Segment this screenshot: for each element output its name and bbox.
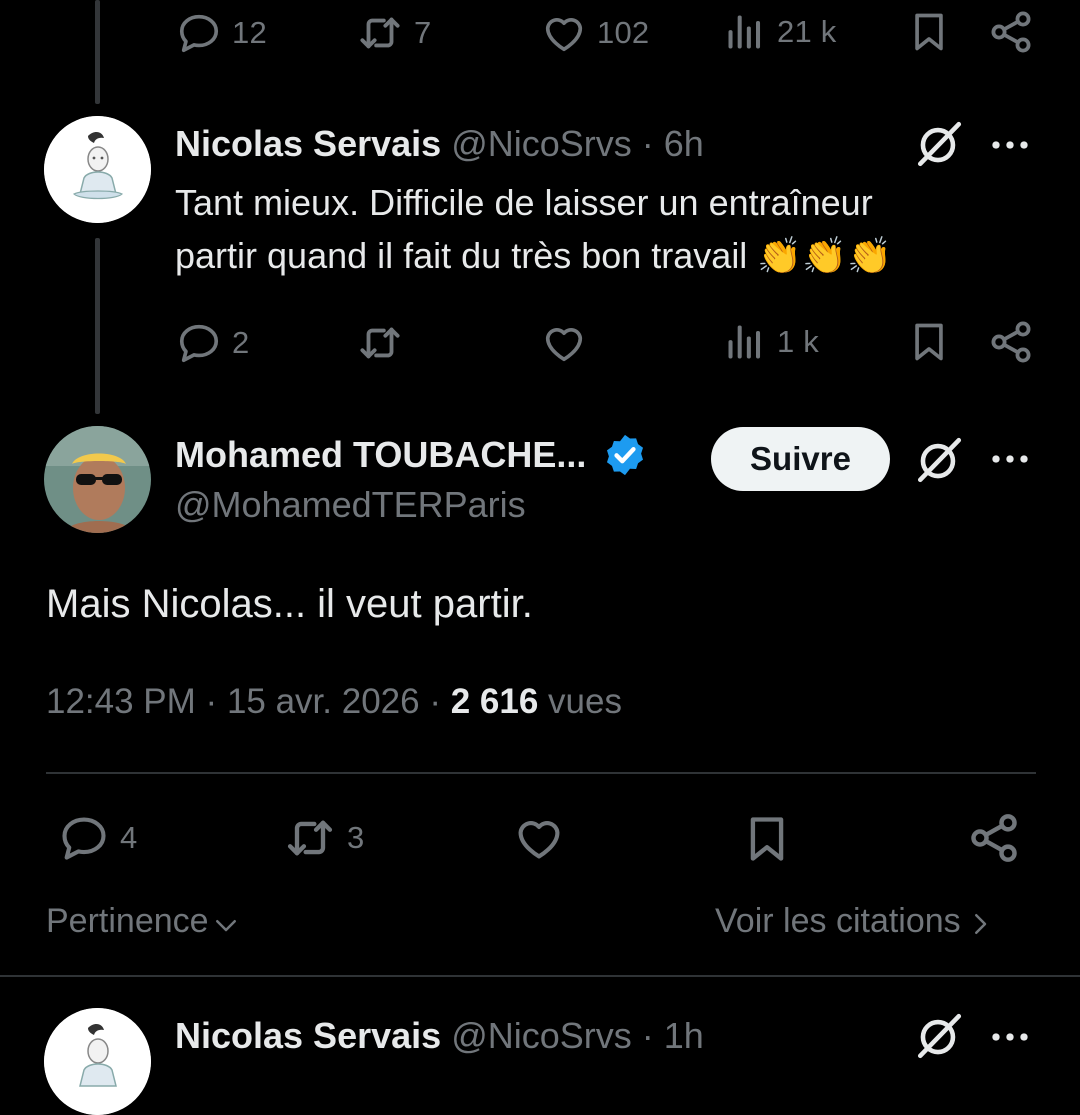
bookmark-button[interactable]	[741, 812, 793, 866]
author-handle[interactable]: @NicoSrvs	[451, 1015, 632, 1056]
bookmark-icon	[907, 320, 951, 364]
thread-connector	[95, 238, 100, 414]
share-button[interactable]	[987, 318, 1035, 366]
repost-count: 7	[414, 15, 432, 50]
reply-button[interactable]: 4	[58, 812, 137, 864]
follow-button[interactable]: Suivre	[711, 427, 890, 491]
timestamp[interactable]: 6h	[664, 123, 704, 164]
chevron-right-icon	[974, 913, 986, 934]
separator: ·	[641, 1015, 654, 1056]
reply-count: 12	[232, 15, 267, 50]
share-icon	[987, 318, 1035, 366]
view-quotes-link[interactable]: Voir les citations	[715, 902, 995, 941]
more-button[interactable]	[989, 1016, 1031, 1058]
tweet-time[interactable]: 12:43 PM	[46, 682, 196, 721]
grok-button[interactable]	[914, 119, 964, 169]
main-author-row: Mohamed TOUBACHE...	[175, 432, 648, 478]
grok-button[interactable]	[914, 1011, 964, 1061]
reply2-header: Nicolas Servais @NicoSrvs · 1h	[175, 1015, 704, 1057]
reply1-text: Tant mieux. Difficile de laisser un entr…	[175, 176, 1035, 282]
grok-icon	[914, 1011, 964, 1061]
views-label: vues	[548, 682, 622, 721]
views-icon	[723, 10, 767, 54]
views-count: 21 k	[777, 14, 837, 49]
reply1-header: Nicolas Servais @NicoSrvs · 6h	[175, 123, 704, 165]
tweet-date[interactable]: 15 avr. 2026	[227, 682, 420, 721]
timestamp[interactable]: 1h	[664, 1015, 704, 1056]
avatar-illustration	[44, 116, 151, 223]
avatar[interactable]	[44, 426, 151, 533]
bookmark-icon	[741, 812, 793, 866]
share-icon	[966, 810, 1022, 866]
sort-dropdown[interactable]: Pertinence	[46, 902, 241, 941]
repost-icon	[356, 320, 404, 366]
verified-badge-icon	[607, 434, 644, 476]
bookmark-icon	[907, 10, 951, 54]
like-button[interactable]	[541, 320, 587, 366]
tweet-metadata: 12:43 PM · 15 avr. 2026 · 2 616 vues	[46, 682, 622, 722]
main-tweet-text: Mais Nicolas... il veut partir.	[46, 582, 533, 626]
reply-icon	[58, 812, 110, 864]
views-button[interactable]: 1 k	[723, 320, 819, 364]
more-icon	[989, 1016, 1031, 1058]
more-button[interactable]	[989, 438, 1031, 480]
more-icon	[989, 438, 1031, 480]
reply1-text-line2-wrap: partir quand il fait du très bon travail…	[175, 229, 1035, 282]
like-icon	[512, 812, 566, 864]
chevron-down-icon	[215, 919, 236, 931]
author-name[interactable]: Nicolas Servais	[175, 123, 441, 164]
grok-icon	[914, 119, 964, 169]
bookmark-button[interactable]	[907, 10, 951, 54]
author-handle[interactable]: @MohamedTERParis	[175, 484, 526, 526]
author-handle[interactable]: @NicoSrvs	[451, 123, 632, 164]
like-icon	[541, 10, 587, 56]
avatar[interactable]	[44, 1008, 151, 1115]
reply-count: 2	[232, 325, 250, 360]
bookmark-button[interactable]	[907, 320, 951, 364]
more-button[interactable]	[989, 124, 1031, 166]
repost-button[interactable]: 3	[283, 812, 364, 864]
repost-icon	[283, 812, 337, 864]
avatar-photo	[44, 426, 151, 533]
sort-label: Pertinence	[46, 902, 209, 940]
divider	[46, 772, 1036, 774]
like-count: 102	[597, 15, 650, 50]
repost-button[interactable]	[356, 320, 404, 366]
more-icon	[989, 124, 1031, 166]
reply1-text-line1: Tant mieux. Difficile de laisser un entr…	[175, 182, 873, 223]
repost-icon	[356, 10, 404, 56]
reply-icon	[176, 320, 222, 366]
repost-count: 3	[347, 820, 365, 855]
share-icon	[987, 8, 1035, 56]
reply-button[interactable]: 2	[176, 320, 249, 366]
avatar[interactable]	[44, 116, 151, 223]
reply-icon	[176, 10, 222, 56]
share-button[interactable]	[987, 8, 1035, 56]
reply1-text-line2: partir quand il fait du très bon travail	[175, 235, 748, 276]
separator: ·	[641, 123, 654, 164]
grok-button[interactable]	[914, 435, 964, 485]
share-button[interactable]	[966, 810, 1022, 866]
grok-icon	[914, 435, 964, 485]
views-count: 2 616	[450, 682, 539, 721]
reply-count: 4	[120, 820, 138, 855]
author-name[interactable]: Nicolas Servais	[175, 1015, 441, 1056]
separator: ·	[205, 682, 218, 721]
clapping-emojis: 👏👏👏	[757, 235, 892, 276]
like-button[interactable]: 102	[541, 10, 649, 56]
divider	[0, 975, 1080, 977]
view-quotes-label: Voir les citations	[715, 902, 961, 940]
views-button[interactable]: 21 k	[723, 10, 836, 54]
separator: ·	[429, 682, 441, 721]
like-button[interactable]	[512, 812, 566, 864]
reply-button[interactable]: 12	[176, 10, 267, 56]
author-name[interactable]: Mohamed TOUBACHE...	[175, 434, 586, 476]
repost-button[interactable]: 7	[356, 10, 431, 56]
views-count: 1 k	[777, 324, 819, 359]
views-icon	[723, 320, 767, 364]
like-icon	[541, 320, 587, 366]
thread-connector-top	[95, 0, 100, 104]
avatar-illustration	[44, 1008, 151, 1115]
